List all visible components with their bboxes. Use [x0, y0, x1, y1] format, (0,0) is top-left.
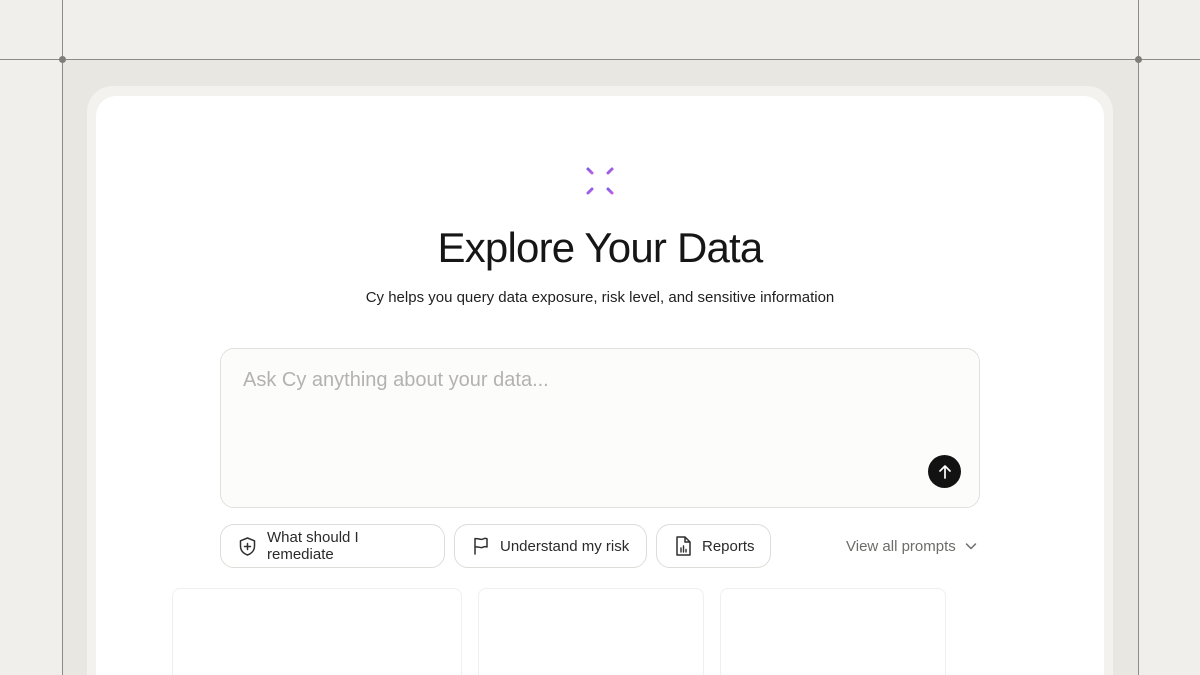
- app-canvas: Explore Your Data Cy helps you query dat…: [0, 0, 1200, 675]
- chevron-down-icon: [965, 543, 977, 550]
- ghost-card: [172, 588, 462, 675]
- guide-handle-right: [1135, 56, 1142, 63]
- send-button[interactable]: [928, 455, 961, 488]
- arrow-up-icon: [938, 464, 951, 479]
- guide-handle-left: [59, 56, 66, 63]
- report-file-icon: [676, 536, 691, 556]
- ghost-card: [720, 588, 946, 675]
- guide-line-left: [62, 0, 63, 675]
- view-all-prompts-button[interactable]: View all prompts: [846, 536, 978, 556]
- view-all-label: View all prompts: [846, 537, 956, 555]
- prompt-input[interactable]: [243, 365, 923, 395]
- page-subtitle: Cy helps you query data exposure, risk l…: [365, 289, 835, 306]
- shield-plus-icon: [239, 536, 256, 556]
- page-title: Explore Your Data: [437, 224, 764, 271]
- suggestion-remediate-button[interactable]: What should I remediate: [220, 524, 445, 568]
- flag-icon: [474, 537, 488, 555]
- sparkle-icon: [579, 160, 621, 202]
- suggestion-reports-button[interactable]: Reports: [656, 524, 771, 568]
- suggestion-label: Reports: [702, 537, 755, 555]
- guide-line-horizontal: [0, 59, 1200, 60]
- prompt-box[interactable]: [220, 348, 980, 508]
- guide-line-right: [1138, 0, 1139, 675]
- suggestion-label: What should I remediate: [267, 529, 359, 563]
- suggestion-risk-button[interactable]: Understand my risk: [454, 524, 647, 568]
- suggestion-label: Understand my risk: [500, 537, 630, 555]
- ghost-card: [478, 588, 704, 675]
